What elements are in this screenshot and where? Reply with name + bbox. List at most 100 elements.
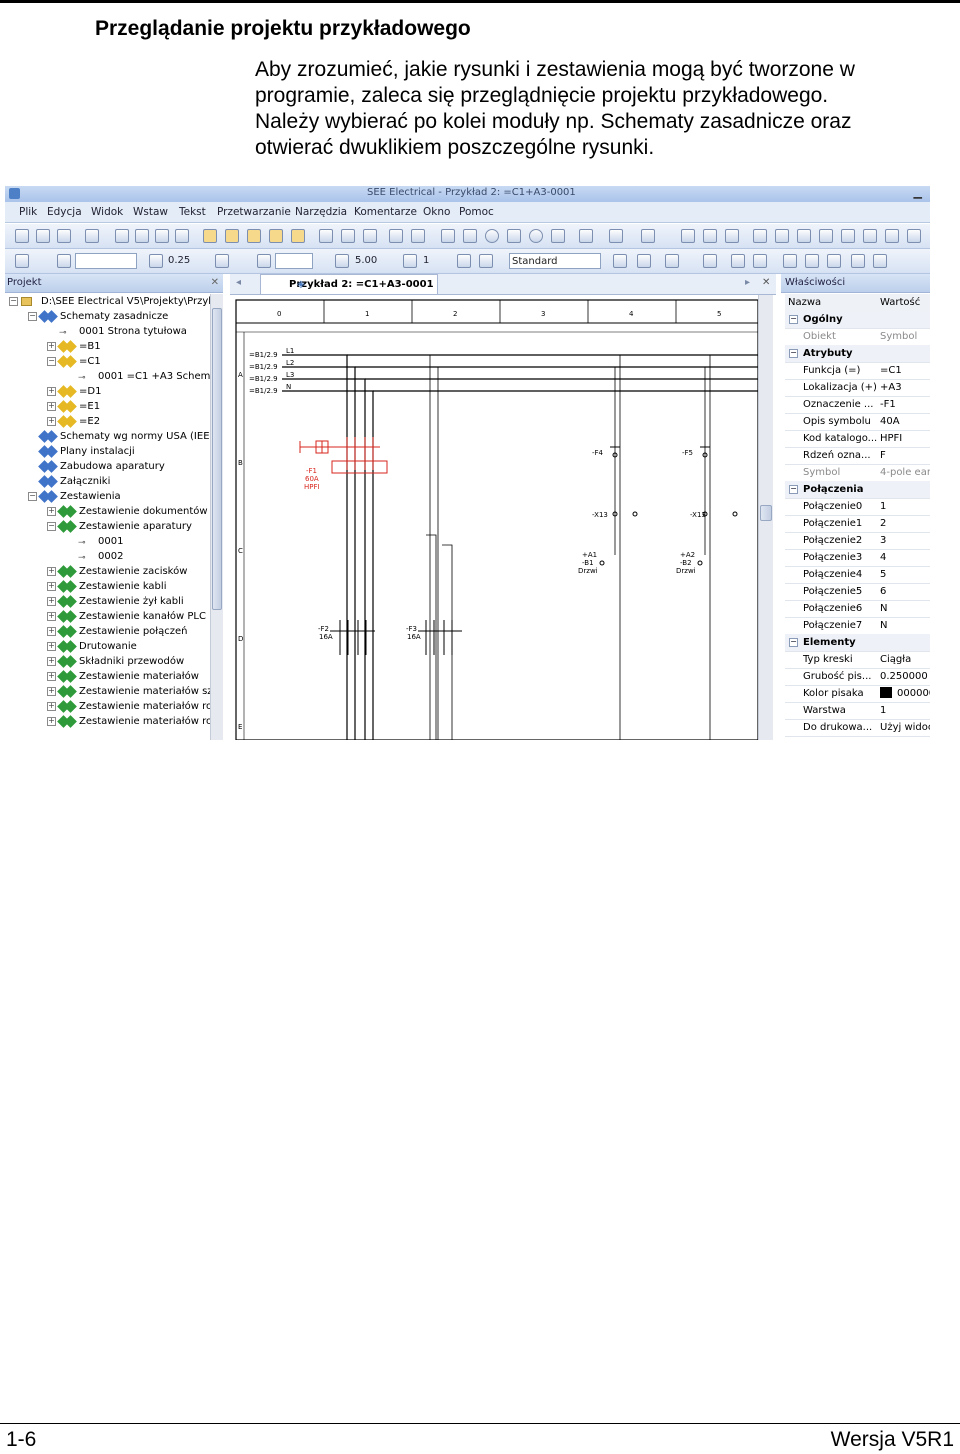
- ellipse-icon[interactable]: [529, 229, 543, 243]
- property-value[interactable]: 4-pole eart: [880, 464, 930, 481]
- tree-item[interactable]: + Zestawienie kanałów PLC: [5, 609, 210, 624]
- tree-item[interactable]: + =D1: [5, 384, 210, 399]
- property-row[interactable]: Kolor pisaka 000000: [785, 685, 930, 703]
- tree-item[interactable]: ⊸ 0001: [5, 534, 210, 549]
- menu-narzedzia[interactable]: Narzędzia: [295, 206, 347, 218]
- text-style-select[interactable]: Standard: [509, 253, 601, 269]
- collapse-icon[interactable]: −: [9, 297, 18, 306]
- property-row[interactable]: Połączenie5 6: [785, 583, 930, 601]
- tree-item[interactable]: − Zestawienia: [5, 489, 210, 504]
- redo-icon[interactable]: [641, 229, 655, 243]
- save-icon[interactable]: [57, 229, 71, 243]
- copy-icon[interactable]: [703, 229, 717, 243]
- symbol-icon[interactable]: [753, 254, 767, 268]
- menu-edycja[interactable]: Edycja: [47, 206, 82, 218]
- paste-icon[interactable]: [725, 229, 739, 243]
- mirror-icon[interactable]: [753, 229, 767, 243]
- spline-icon[interactable]: [551, 229, 565, 243]
- terminal-icon[interactable]: [827, 254, 841, 268]
- tab-przyklad-2[interactable]: ◈ Przykład 2: =C1+A3-0001: [260, 274, 438, 294]
- expand-icon[interactable]: +: [47, 627, 56, 636]
- property-row[interactable]: Obiekt Symbol: [785, 328, 930, 346]
- circle-icon[interactable]: [485, 229, 499, 243]
- tree-item[interactable]: ⊸ 0002: [5, 549, 210, 564]
- text-style-bold-icon[interactable]: [479, 254, 493, 268]
- property-row[interactable]: Rdzeń ozna... F: [785, 447, 930, 465]
- line-width-icon[interactable]: [149, 254, 163, 268]
- property-row[interactable]: Połączenie3 4: [785, 549, 930, 567]
- expand-icon[interactable]: +: [47, 582, 56, 591]
- pointer-icon[interactable]: [579, 229, 593, 243]
- print-icon[interactable]: [85, 229, 99, 243]
- collapse-icon[interactable]: −: [789, 315, 798, 324]
- menu-okno[interactable]: Okno: [423, 206, 450, 218]
- expand-icon[interactable]: +: [47, 612, 56, 621]
- line-icon[interactable]: [441, 229, 455, 243]
- open-folder-icon[interactable]: [36, 229, 50, 243]
- expand-icon[interactable]: +: [47, 642, 56, 651]
- refresh-icon[interactable]: [319, 229, 333, 243]
- tree-item[interactable]: + Zestawienie dokumentów: [5, 504, 210, 519]
- connect-icon[interactable]: [703, 254, 717, 268]
- tree-item[interactable]: + Zestawienie materiałów: [5, 669, 210, 684]
- drawing-scroll-thumb[interactable]: [760, 505, 772, 521]
- tree-item[interactable]: ⊸ 0001 =C1 +A3 Schema: [5, 369, 217, 384]
- tree-item[interactable]: − D:\SEE Electrical V5\Projekty\Przyk: [5, 294, 214, 309]
- tree-item[interactable]: Plany instalacji: [5, 444, 210, 459]
- property-value[interactable]: 4: [880, 549, 886, 566]
- property-row[interactable]: Warstwa 1: [785, 702, 930, 720]
- minimize-icon[interactable]: ▁: [914, 186, 922, 199]
- wire-icon[interactable]: [731, 254, 745, 268]
- tree-item[interactable]: + Zestawienie zacisków: [5, 564, 210, 579]
- tree-item[interactable]: + =E2: [5, 414, 210, 429]
- property-value[interactable]: 1: [880, 702, 886, 719]
- trim-icon[interactable]: [389, 229, 403, 243]
- property-value[interactable]: Ciągła: [880, 651, 911, 668]
- tree-item[interactable]: − =C1: [5, 354, 210, 369]
- tree-item[interactable]: + Zestawienie połączeń: [5, 624, 210, 639]
- rotate-icon[interactable]: [885, 229, 899, 243]
- collapse-icon[interactable]: −: [789, 349, 798, 358]
- pen-color-icon[interactable]: [15, 254, 29, 268]
- brush-icon[interactable]: [257, 254, 271, 268]
- columns-icon[interactable]: [613, 254, 627, 268]
- close-icon[interactable]: ✕: [211, 274, 219, 292]
- tree-item[interactable]: − Schematy zasadnicze: [5, 309, 210, 324]
- comment-icon[interactable]: [135, 229, 149, 243]
- tab-close-icon[interactable]: ✕: [762, 277, 770, 288]
- stretch-icon[interactable]: [775, 229, 789, 243]
- property-value[interactable]: 0.250000: [880, 668, 928, 685]
- property-row[interactable]: Symbol 4-pole eart: [785, 464, 930, 482]
- property-row[interactable]: Połączenie0 1: [785, 498, 930, 516]
- expand-icon[interactable]: +: [47, 717, 56, 726]
- property-row[interactable]: Połączenie7 N: [785, 617, 930, 635]
- collapse-icon[interactable]: −: [47, 357, 56, 366]
- expand-icon[interactable]: +: [47, 702, 56, 711]
- line-style-select[interactable]: [75, 253, 137, 269]
- property-row[interactable]: Typ kreski Ciągła: [785, 651, 930, 669]
- property-row[interactable]: Oznaczenie ... -F1: [785, 396, 930, 414]
- percent-icon[interactable]: [907, 229, 921, 243]
- property-value[interactable]: -F1: [880, 396, 896, 413]
- grid-dots-icon[interactable]: [335, 254, 349, 268]
- expand-icon[interactable]: +: [47, 342, 56, 351]
- tree-item[interactable]: + Drutowanie: [5, 639, 210, 654]
- expand-icon[interactable]: +: [47, 657, 56, 666]
- menu-widok[interactable]: Widok: [91, 206, 123, 218]
- expand-icon[interactable]: +: [47, 687, 56, 696]
- tree-item[interactable]: + Składniki przewodów: [5, 654, 210, 669]
- drawing-scrollbar[interactable]: [758, 295, 773, 740]
- expand-icon[interactable]: +: [47, 402, 56, 411]
- arc-icon[interactable]: [507, 229, 521, 243]
- rectangle-icon[interactable]: [463, 229, 477, 243]
- expand-icon[interactable]: +: [47, 597, 56, 606]
- property-value[interactable]: +A3: [880, 379, 902, 396]
- menu-pomoc[interactable]: Pomoc: [459, 206, 494, 218]
- property-value[interactable]: 5: [880, 566, 886, 583]
- property-value[interactable]: HPFI: [880, 430, 902, 447]
- property-value[interactable]: Użyj widoc: [880, 719, 930, 736]
- property-row[interactable]: Do drukowa... Użyj widoc: [785, 719, 930, 737]
- export-icon[interactable]: [155, 229, 169, 243]
- expand-icon[interactable]: +: [47, 387, 56, 396]
- property-category[interactable]: − Elementy: [785, 634, 930, 652]
